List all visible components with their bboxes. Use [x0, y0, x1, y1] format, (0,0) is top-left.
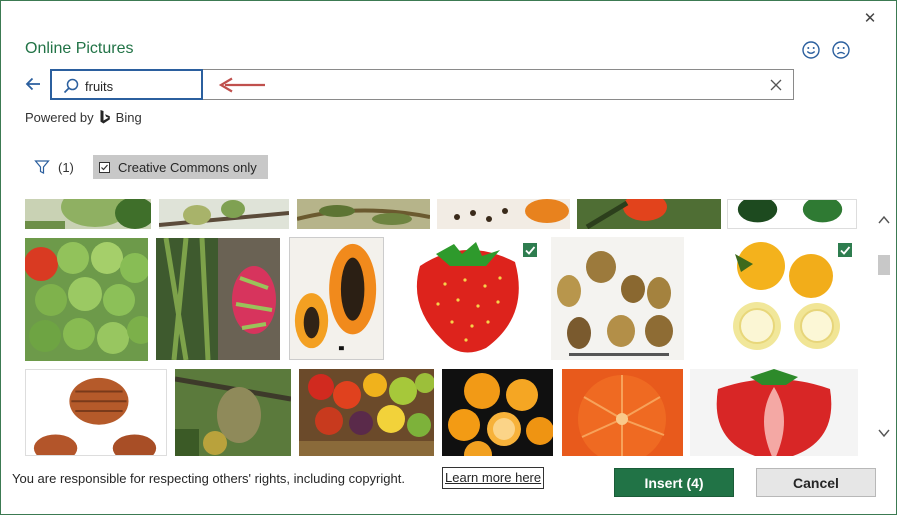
dialog-title: Online Pictures — [25, 40, 134, 57]
result-thumbnail[interactable] — [299, 369, 434, 456]
filter-button[interactable]: (1) — [34, 157, 74, 177]
insert-button[interactable]: Insert (4) — [614, 468, 734, 497]
frown-icon[interactable] — [831, 40, 851, 60]
creative-commons-toggle[interactable]: Creative Commons only — [93, 155, 268, 179]
result-thumbnail[interactable] — [551, 237, 684, 360]
scrollbar-thumb[interactable] — [878, 255, 890, 275]
result-thumbnail[interactable] — [156, 238, 280, 360]
result-thumbnail[interactable] — [25, 199, 151, 229]
clear-icon[interactable] — [767, 76, 785, 94]
filter-icon — [34, 160, 50, 174]
powered-by: Powered by Bing — [25, 109, 142, 125]
smile-icon[interactable] — [801, 40, 821, 60]
result-thumbnail[interactable] — [690, 369, 858, 456]
result-thumbnail[interactable] — [25, 238, 148, 361]
online-pictures-dialog: ✕ Online Pictures Powered by Bing — [0, 0, 897, 515]
result-thumbnail[interactable] — [727, 199, 857, 229]
powered-by-brand: Bing — [115, 109, 142, 125]
bing-logo-icon — [100, 110, 110, 124]
result-thumbnail[interactable] — [175, 369, 291, 456]
chevron-down-icon[interactable] — [878, 428, 890, 438]
chevron-up-icon[interactable] — [878, 215, 890, 225]
result-thumbnail[interactable] — [159, 199, 289, 229]
search-icon — [63, 78, 79, 94]
filter-count: (1) — [58, 159, 74, 175]
result-thumbnail[interactable] — [297, 199, 430, 229]
result-thumbnail[interactable] — [437, 199, 570, 229]
result-thumbnail[interactable] — [289, 237, 384, 360]
result-thumbnail[interactable] — [442, 369, 553, 456]
result-thumbnail-selected[interactable] — [691, 236, 859, 360]
creative-commons-label: Creative Commons only — [118, 159, 257, 175]
result-thumbnail[interactable] — [25, 369, 167, 456]
back-arrow-icon[interactable] — [23, 74, 43, 94]
selected-check-icon — [522, 242, 538, 258]
result-thumbnail[interactable] — [562, 369, 683, 456]
result-thumbnail-selected[interactable] — [390, 236, 544, 360]
cancel-button[interactable]: Cancel — [756, 468, 876, 497]
selected-check-icon — [837, 242, 853, 258]
learn-more-link[interactable]: Learn more here — [442, 467, 545, 489]
close-button[interactable]: ✕ — [859, 9, 881, 29]
copyright-notice: You are responsible for respecting other… — [12, 471, 405, 486]
powered-by-label: Powered by — [25, 109, 94, 125]
result-thumbnail-selected[interactable] — [577, 199, 721, 229]
checkbox-checked-icon — [99, 161, 110, 173]
annotation-arrow-icon — [218, 77, 265, 93]
results-scrollbar[interactable] — [874, 199, 894, 456]
results-grid — [1, 199, 871, 456]
